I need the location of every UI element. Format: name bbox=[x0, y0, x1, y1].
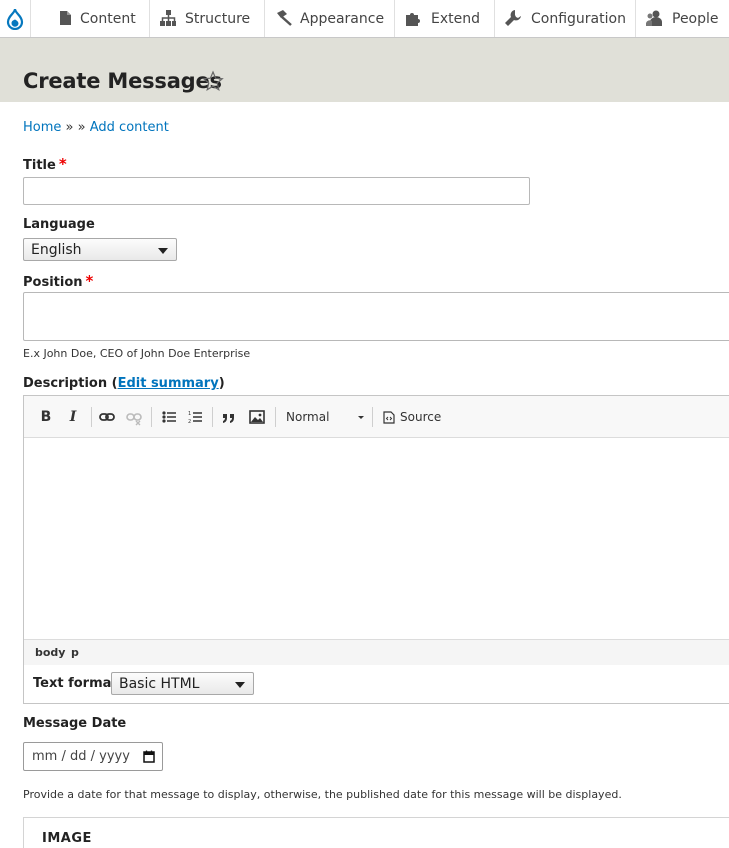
blockquote-icon[interactable] bbox=[221, 408, 237, 426]
toolbar-item-label: Structure bbox=[185, 10, 251, 27]
description-label-text: Description ( bbox=[23, 376, 118, 391]
wrench-icon bbox=[505, 10, 521, 26]
toolbar-item-configuration[interactable]: Configuration bbox=[495, 0, 636, 37]
position-textarea[interactable] bbox=[23, 292, 729, 341]
position-label: Position * bbox=[23, 272, 93, 290]
admin-toolbar: Content Structure Appearance Extend Conf… bbox=[0, 0, 729, 38]
date-placeholder: mm / dd / yyyy bbox=[32, 749, 130, 764]
toolbar-item-content[interactable]: Content bbox=[31, 0, 150, 37]
editor-content-area[interactable] bbox=[24, 438, 729, 639]
toolbar-item-extend[interactable]: Extend bbox=[395, 0, 495, 37]
toolbar-separator bbox=[212, 407, 213, 427]
source-button[interactable]: Source bbox=[383, 408, 443, 426]
position-label-text: Position bbox=[23, 275, 83, 290]
language-select[interactable]: English bbox=[23, 238, 177, 261]
message-date-input[interactable]: mm / dd / yyyy bbox=[23, 742, 163, 771]
message-date-label: Message Date bbox=[23, 716, 127, 731]
toolbar-item-label: Appearance bbox=[300, 10, 385, 27]
caret-down-icon bbox=[358, 416, 364, 419]
caret-down-icon bbox=[235, 682, 245, 688]
toolbar-separator bbox=[372, 407, 373, 427]
toolbar-separator bbox=[275, 407, 276, 427]
source-button-label: Source bbox=[400, 410, 442, 424]
text-format-label: Text format bbox=[33, 676, 118, 691]
toolbar-separator bbox=[91, 407, 92, 427]
link-icon[interactable] bbox=[99, 408, 115, 426]
toolbar-item-people[interactable]: People bbox=[636, 0, 729, 37]
breadcrumb-separator: » bbox=[77, 120, 86, 135]
puzzle-icon bbox=[406, 13, 420, 26]
toolbar-separator bbox=[151, 407, 152, 427]
numbered-list-icon[interactable]: 12 bbox=[188, 408, 202, 426]
toolbar-item-label: Extend bbox=[431, 10, 480, 27]
language-select-value: English bbox=[31, 241, 82, 258]
breadcrumb-home-link[interactable]: Home bbox=[23, 120, 61, 135]
drupal-logo-icon[interactable] bbox=[0, 0, 31, 37]
people-icon bbox=[646, 10, 662, 26]
message-date-help-text: Provide a date for that message to displ… bbox=[23, 788, 622, 801]
breadcrumb: Home » » Add content bbox=[23, 120, 169, 135]
caret-down-icon bbox=[158, 248, 168, 254]
page-icon bbox=[60, 11, 71, 25]
text-format-select-value: Basic HTML bbox=[119, 675, 200, 692]
toolbar-item-label: People bbox=[672, 10, 719, 27]
image-fieldset-title: IMAGE bbox=[42, 831, 92, 846]
title-label: Title * bbox=[23, 155, 67, 173]
text-format-select[interactable]: Basic HTML bbox=[111, 672, 254, 695]
paragraph-format-dropdown[interactable]: Normal bbox=[286, 408, 366, 426]
hierarchy-icon bbox=[160, 10, 176, 26]
toolbar-item-label: Configuration bbox=[531, 10, 626, 27]
description-label: Description (Edit summary) bbox=[23, 376, 225, 391]
description-label-end: ) bbox=[218, 376, 225, 391]
calendar-icon[interactable] bbox=[143, 750, 155, 763]
svg-text:2: 2 bbox=[188, 419, 191, 425]
image-icon[interactable] bbox=[249, 408, 265, 426]
editor-element-path: body p bbox=[24, 639, 729, 665]
bold-button[interactable]: B bbox=[39, 408, 53, 426]
language-label: Language bbox=[23, 217, 95, 232]
paint-brush-icon bbox=[277, 10, 292, 26]
source-code-icon bbox=[383, 410, 395, 424]
rich-text-editor: B I 12 Normal Source body p bbox=[23, 395, 729, 665]
title-input[interactable] bbox=[23, 177, 530, 205]
italic-button[interactable]: I bbox=[66, 408, 80, 426]
editor-toolbar: B I 12 Normal Source bbox=[24, 396, 729, 438]
paragraph-format-value: Normal bbox=[286, 410, 330, 424]
required-marker: * bbox=[58, 155, 67, 173]
star-icon[interactable] bbox=[202, 70, 224, 92]
edit-summary-link[interactable]: Edit summary bbox=[118, 376, 219, 391]
bullet-list-icon[interactable] bbox=[162, 408, 176, 426]
page-title: Create Messages bbox=[23, 69, 222, 93]
svg-text:1: 1 bbox=[188, 411, 191, 417]
image-fieldset: IMAGE bbox=[23, 817, 729, 848]
breadcrumb-add-content-link[interactable]: Add content bbox=[90, 120, 169, 135]
path-item-p[interactable]: p bbox=[71, 646, 79, 659]
title-label-text: Title bbox=[23, 158, 56, 173]
required-marker: * bbox=[85, 272, 94, 290]
toolbar-item-structure[interactable]: Structure bbox=[150, 0, 265, 37]
toolbar-item-label: Content bbox=[80, 10, 136, 27]
unlink-icon[interactable] bbox=[126, 408, 142, 426]
text-format-row: Text format Basic HTML bbox=[23, 665, 729, 704]
position-help-text: E.x John Doe, CEO of John Doe Enterprise bbox=[23, 347, 251, 360]
breadcrumb-separator: » bbox=[65, 120, 74, 135]
path-item-body[interactable]: body bbox=[35, 646, 65, 659]
toolbar-item-appearance[interactable]: Appearance bbox=[265, 0, 395, 37]
